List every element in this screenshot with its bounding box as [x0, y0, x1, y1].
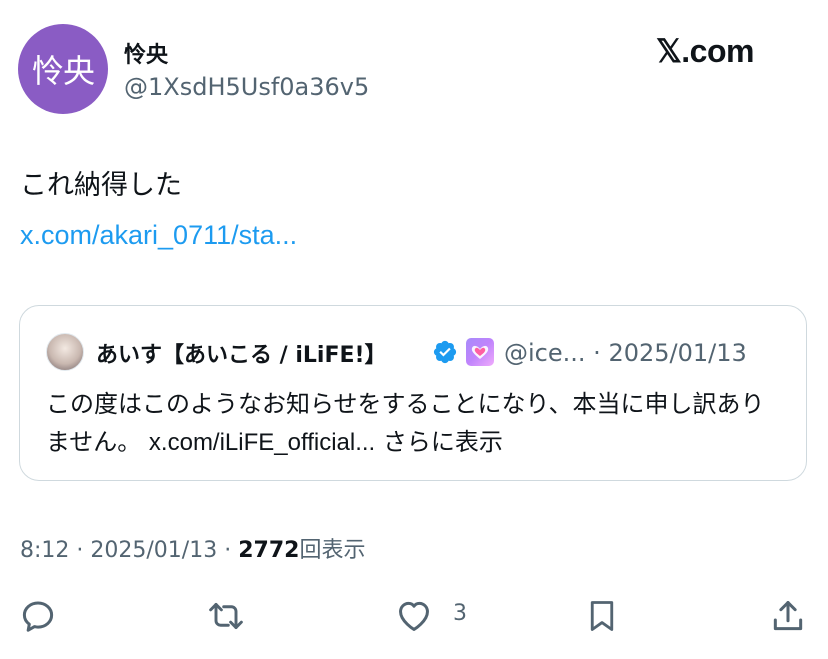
author-display-name[interactable]: 怜央	[124, 37, 168, 69]
quote-tweet-card[interactable]: あいす【あいこる / iLiFE!】 @ice... · 2025/01/13 …	[19, 305, 807, 481]
repost-button[interactable]	[206, 596, 246, 636]
tweet-date[interactable]: 2025/01/13	[90, 538, 217, 563]
quote-link[interactable]: x.com/iLiFE_official...	[149, 429, 375, 456]
meta-separator: ·	[76, 538, 84, 563]
tweet-link[interactable]: x.com/akari_0711/sta...	[20, 220, 297, 251]
tweet-text: これ納得した	[20, 170, 182, 201]
tweet-time[interactable]: 8:12	[20, 538, 69, 563]
quote-avatar[interactable]	[46, 333, 84, 371]
like-button[interactable]	[394, 596, 434, 636]
author-avatar-text: 怜央	[31, 52, 95, 90]
author-handle[interactable]: @1XsdH5Usf0a36v5	[124, 73, 369, 101]
share-button[interactable]	[768, 596, 808, 636]
x-logo[interactable]: 𝕏.com	[656, 32, 754, 70]
reply-icon	[22, 601, 54, 632]
tweet-meta: 8:12 · 2025/01/13 · 2772回表示	[20, 532, 365, 564]
quote-separator: ·	[593, 339, 601, 367]
quote-handle: @ice...	[504, 339, 586, 367]
verified-badge-icon	[432, 339, 458, 365]
share-icon	[773, 601, 803, 631]
quote-display-name[interactable]: あいす【あいこる / iLiFE!】	[96, 337, 387, 369]
quote-handle-date[interactable]: @ice... · 2025/01/13	[504, 339, 747, 367]
author-avatar[interactable]: 怜央	[18, 24, 108, 114]
quote-date: 2025/01/13	[608, 339, 747, 367]
views-count: 2772	[238, 538, 300, 563]
meta-separator: ·	[224, 538, 232, 563]
quote-show-more[interactable]: さらに表示	[383, 428, 503, 456]
repost-icon	[209, 603, 243, 629]
heart-icon	[399, 601, 429, 631]
like-count: 3	[453, 601, 467, 626]
bookmark-button[interactable]	[582, 596, 622, 636]
bookmark-icon	[590, 601, 614, 631]
reply-button[interactable]	[18, 596, 58, 636]
affiliate-badge-icon	[466, 338, 494, 366]
views-label: 回表示	[299, 538, 366, 563]
quote-body: この度はこのようなお知らせをすることになり、本当に申し訳ありません。 x.com…	[46, 385, 786, 462]
